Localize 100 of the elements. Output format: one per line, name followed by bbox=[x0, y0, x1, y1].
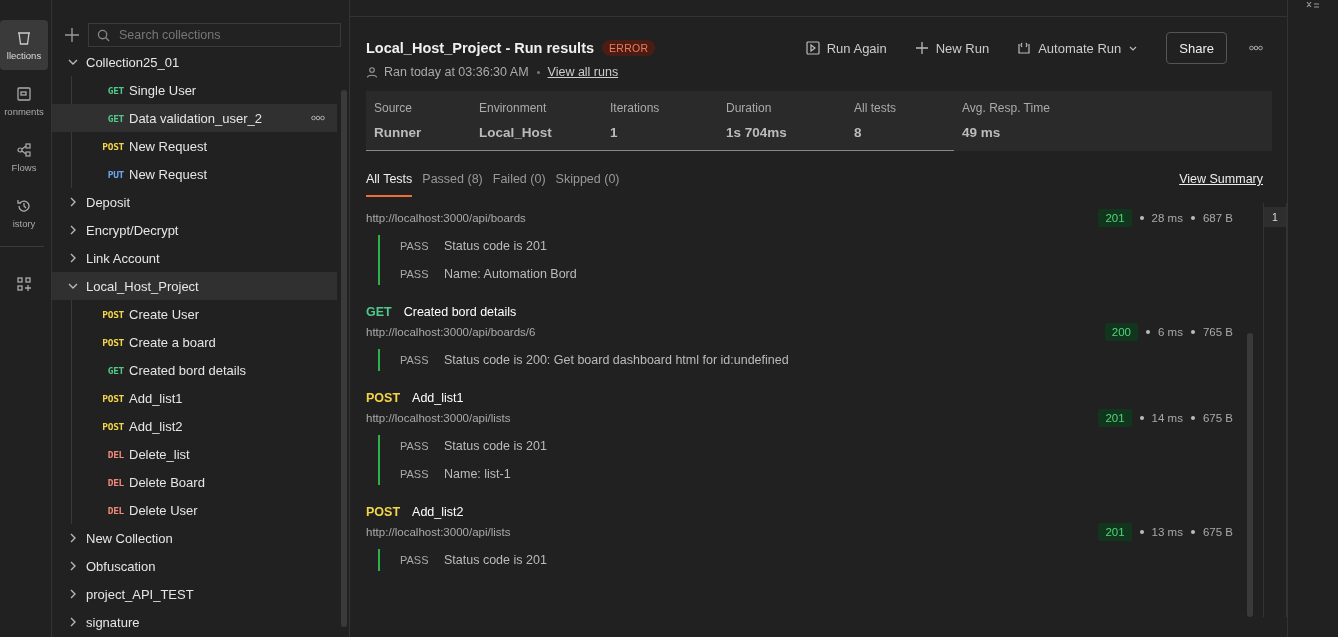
request-name: Create a board bbox=[129, 334, 216, 350]
more-icon[interactable] bbox=[311, 115, 325, 121]
method-label: POST bbox=[101, 392, 124, 404]
request-item[interactable]: POST Create a board bbox=[52, 328, 337, 356]
chevron-icon bbox=[68, 197, 78, 207]
flows-icon bbox=[16, 141, 32, 158]
method-label: POST bbox=[101, 140, 124, 152]
method-label: POST bbox=[101, 308, 124, 320]
method-label: POST bbox=[366, 391, 401, 405]
page-title: Local_Host_Project - Run results bbox=[366, 40, 595, 56]
scrollbar[interactable] bbox=[341, 90, 347, 627]
request-url: http://localhost:3000/api/boards bbox=[366, 212, 527, 224]
request-item[interactable]: POST Add_list2 bbox=[52, 412, 337, 440]
method-label: DEL bbox=[106, 448, 124, 460]
status-code: 201 bbox=[1098, 523, 1132, 541]
response-time: 13 ms bbox=[1151, 526, 1183, 538]
request-item[interactable]: DEL Delete Board bbox=[52, 468, 337, 496]
request-item[interactable]: GET Data validation_user_2 bbox=[52, 104, 337, 132]
status-badge: ERROR bbox=[602, 40, 656, 56]
search-field[interactable]: Search collections bbox=[88, 23, 341, 47]
method-label: POST bbox=[366, 505, 401, 519]
action-button[interactable]: Automate Run bbox=[1017, 40, 1139, 56]
plus-icon bbox=[914, 41, 929, 55]
chevron-icon bbox=[68, 253, 78, 263]
stat-label: Environment bbox=[479, 101, 548, 115]
response-size: 675 B bbox=[1202, 412, 1233, 424]
collection-item[interactable]: New Collection bbox=[52, 524, 337, 552]
collection-item[interactable]: project_API_TEST bbox=[52, 580, 337, 608]
filter-tab[interactable]: Failed (0) bbox=[492, 161, 546, 197]
test-name: Name: list-1 bbox=[444, 467, 511, 481]
response-size: 687 B bbox=[1202, 212, 1233, 224]
environments-icon bbox=[16, 85, 32, 102]
filter-tab[interactable]: Passed (8) bbox=[422, 161, 483, 197]
collection-item[interactable]: Encrypt/Decrypt bbox=[52, 216, 337, 244]
more-icon[interactable] bbox=[1249, 45, 1263, 51]
request-item[interactable]: POST Add_list1 bbox=[52, 384, 337, 412]
request-url: http://localhost:3000/api/lists bbox=[366, 526, 512, 538]
status-code: 201 bbox=[1098, 409, 1132, 427]
variables-icon[interactable] bbox=[1306, 1, 1320, 9]
request-name: New Request bbox=[129, 166, 208, 182]
run-time: Ran today at 03:36:30 AM bbox=[384, 65, 529, 79]
chevron-icon bbox=[68, 225, 78, 235]
request-name: Create User bbox=[129, 306, 200, 322]
stat-value: Runner bbox=[374, 125, 423, 140]
collection-item[interactable]: Local_Host_Project bbox=[52, 272, 337, 300]
method-label: GET bbox=[106, 112, 124, 124]
chevron-icon bbox=[68, 561, 78, 571]
collection-item[interactable]: Obfuscation bbox=[52, 552, 337, 580]
method-label: POST bbox=[101, 420, 124, 432]
filter-tab[interactable]: All Tests bbox=[366, 161, 413, 197]
request-name: Delete User bbox=[129, 502, 198, 518]
request-url: http://localhost:3000/api/lists bbox=[366, 412, 512, 424]
collection-item[interactable]: Collection25_01 bbox=[52, 48, 337, 76]
request-name: Add_list1 bbox=[412, 391, 464, 405]
play-icon bbox=[805, 41, 820, 55]
filter-tab[interactable]: Skipped (0) bbox=[555, 161, 620, 197]
stat-label: All tests bbox=[854, 101, 897, 115]
status-code: 200 bbox=[1104, 323, 1138, 341]
sidebar-tab[interactable]: ronments bbox=[0, 76, 48, 126]
request-name: Data validation_user_2 bbox=[129, 110, 262, 126]
method-label: DEL bbox=[106, 476, 124, 488]
action-button[interactable]: New Run bbox=[914, 40, 990, 56]
sidebar-tab[interactable]: llections bbox=[0, 20, 48, 70]
response-size: 765 B bbox=[1202, 326, 1233, 338]
request-name: Add_list1 bbox=[129, 390, 183, 406]
chevron-icon bbox=[68, 533, 78, 543]
sidebar-tab[interactable]: Flows bbox=[0, 132, 48, 182]
view-runs-link[interactable]: View all runs bbox=[547, 65, 619, 79]
response-time: 6 ms bbox=[1158, 326, 1183, 338]
stat-label: Avg. Resp. Time bbox=[962, 101, 1051, 115]
request-item[interactable]: GET Created bord details bbox=[52, 356, 337, 384]
request-name: Delete_list bbox=[129, 446, 190, 462]
request-item[interactable]: POST New Request bbox=[52, 132, 337, 160]
method-label: GET bbox=[106, 84, 124, 96]
sidebar-tab[interactable]: istory bbox=[0, 188, 48, 238]
test-name: Status code is 201 bbox=[444, 239, 547, 253]
request-item[interactable]: DEL Delete User bbox=[52, 496, 337, 524]
iteration-number[interactable]: 1 bbox=[1264, 207, 1286, 227]
action-button[interactable]: Run Again bbox=[805, 40, 887, 56]
request-url: http://localhost:3000/api/boards/6 bbox=[366, 326, 537, 338]
collection-item[interactable]: Deposit bbox=[52, 188, 337, 216]
test-name: Status code is 200: Get board dashboard html for id:undefined bbox=[444, 353, 789, 367]
stat-value: 8 bbox=[854, 125, 863, 140]
request-item[interactable]: PUT New Request bbox=[52, 160, 337, 188]
method-label: DEL bbox=[106, 504, 124, 516]
collections-icon bbox=[16, 29, 32, 46]
history-icon bbox=[16, 197, 32, 214]
user-icon bbox=[366, 66, 378, 78]
share-button[interactable]: Share bbox=[1166, 32, 1227, 64]
request-item[interactable]: DEL Delete_list bbox=[52, 440, 337, 468]
request-item[interactable]: POST Create User bbox=[52, 300, 337, 328]
chevron-icon bbox=[68, 589, 78, 599]
scrollbar[interactable] bbox=[1247, 333, 1253, 617]
collection-item[interactable]: signature bbox=[52, 608, 337, 636]
collection-item[interactable]: Link Account bbox=[52, 244, 337, 272]
test-name: Status code is 201 bbox=[444, 553, 547, 567]
view-summary-link[interactable]: View Summary bbox=[1179, 172, 1263, 186]
method-label: POST bbox=[101, 336, 124, 348]
add-icon[interactable] bbox=[64, 27, 80, 43]
request-item[interactable]: GET Single User bbox=[52, 76, 337, 104]
